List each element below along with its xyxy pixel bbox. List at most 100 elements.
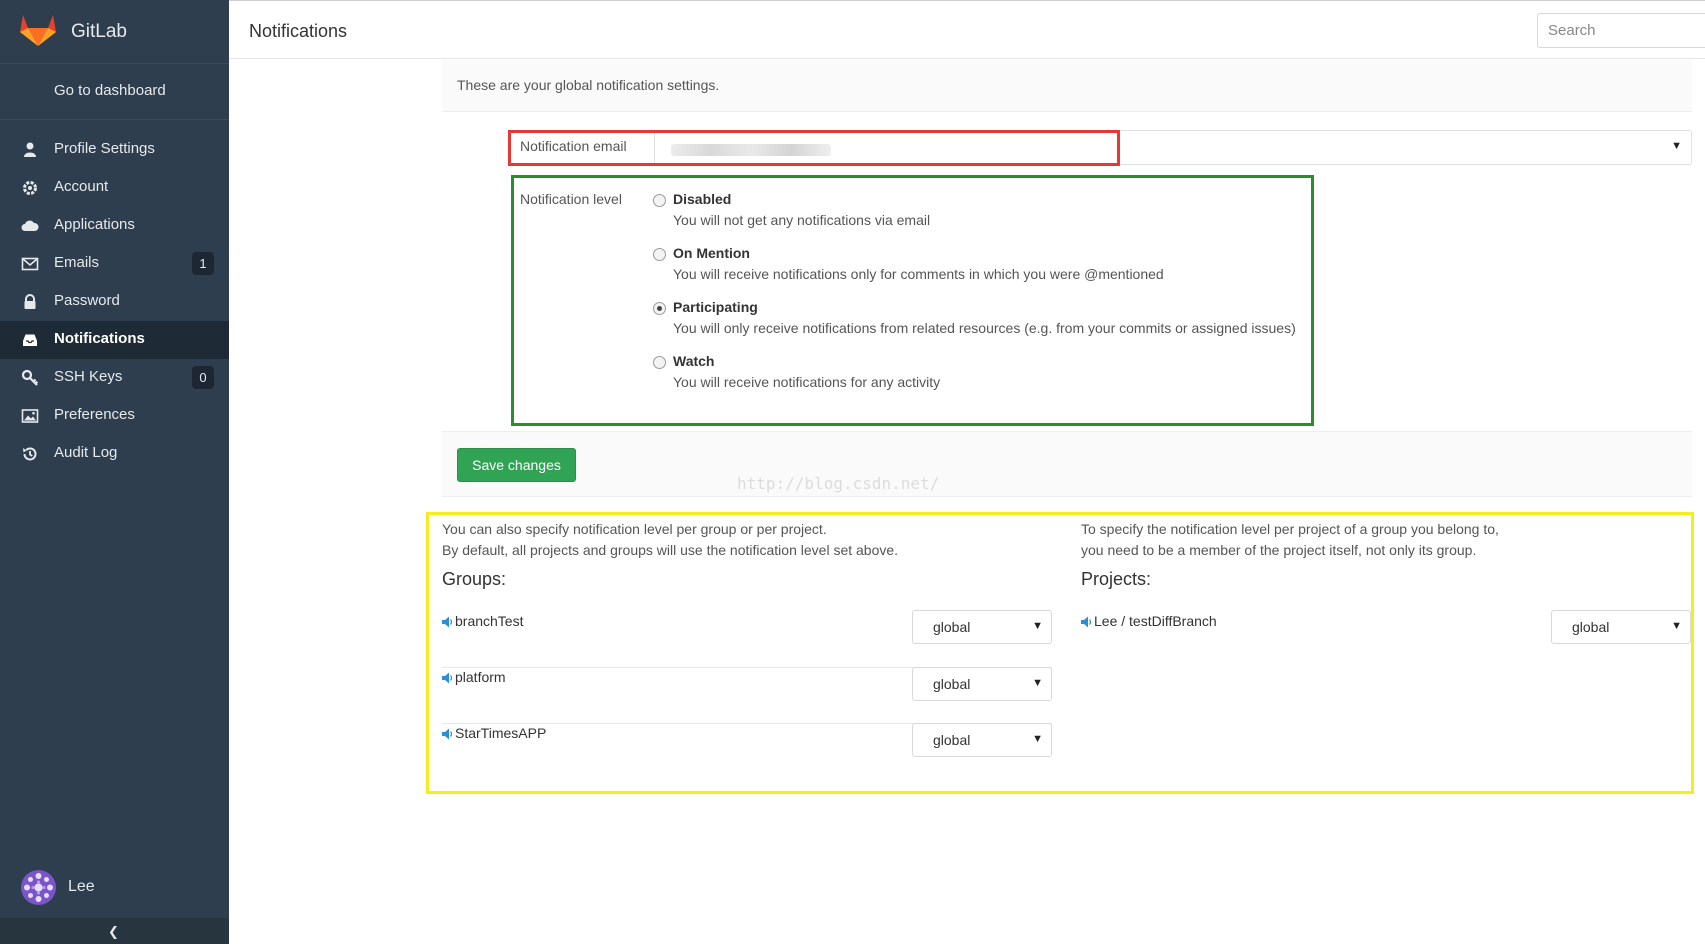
volume-icon [442,672,453,684]
projects-intro-line: you need to be a member of the project i… [1081,542,1477,558]
sidebar-item-label: Preferences [54,406,135,423]
option-description: You will receive notifications only for … [673,266,1164,282]
radio-button[interactable] [653,194,666,207]
groups-intro: You can also specify notification level … [442,519,898,561]
option-description: You will receive notifications for any a… [673,374,941,390]
radio-option-participating[interactable]: Participating You will only receive noti… [653,299,1313,345]
envelope-icon [21,257,39,271]
brand[interactable]: GitLab [0,0,229,63]
inbox-icon [23,334,37,346]
volume-icon [442,616,453,628]
notification-level-group: Notification level Disabled You will not… [511,175,1314,426]
projects-intro: To specify the notification level per pr… [1081,519,1499,561]
page-title: Notifications [249,21,348,41]
caret-down-icon: ▼ [1032,677,1043,689]
sidebar-item-emails[interactable]: Emails 1 [0,245,229,283]
projects-intro-line: To specify the notification level per pr… [1081,521,1499,537]
sidebar-item-label: Password [54,292,120,309]
sidebar-item-label: Applications [54,216,135,233]
sidebar-item-profile-settings[interactable]: Profile Settings [0,131,229,169]
option-title: Disabled [673,191,732,207]
sidebar-item-label: Account [54,178,109,195]
sidebar-item-password[interactable]: Password [0,283,229,321]
global-settings-info: These are your global notification setti… [442,60,1692,112]
sidebar-item-applications[interactable]: Applications [0,207,229,245]
search-input[interactable] [1537,13,1705,48]
info-text: These are your global notification setti… [457,77,720,93]
user-name: Lee [68,878,95,895]
select-value: global [933,619,971,635]
sidebar-item-label: Notifications [54,330,145,347]
caret-down-icon: ▼ [1671,140,1682,152]
group-name[interactable]: StarTimesAPP [455,725,546,741]
user-icon [24,142,36,157]
sidebar-item-label: SSH Keys [54,368,123,385]
image-icon [21,409,39,423]
group-project-levels-frame: You can also specify notification level … [426,512,1694,794]
select-value: global [1572,619,1610,635]
radio-button-checked[interactable] [653,302,666,315]
radio-option-watch[interactable]: Watch You will receive notifications for… [653,353,1313,399]
collapse-sidebar-button[interactable]: ❮ [0,918,229,944]
sidebar-item-label: Profile Settings [54,140,155,157]
groups-heading: Groups: [442,569,507,589]
notification-email-label: Notification email [520,138,627,154]
option-description: You will only receive notifications from… [673,320,1296,336]
lock-icon [24,294,36,309]
save-changes-button[interactable]: Save changes [457,448,576,482]
notification-level-label: Notification level [520,191,622,207]
watermark: http://blog.csdn.net/ [737,474,940,493]
key-icon [21,369,39,386]
caret-down-icon: ▼ [1671,620,1682,632]
groups-intro-line: By default, all projects and groups will… [442,542,899,558]
project-level-select[interactable]: global ▼ [1551,610,1691,644]
radio-option-on-mention[interactable]: On Mention You will receive notification… [653,245,1313,291]
cloud-icon [21,220,39,231]
blurred-email-value [671,144,831,156]
volume-icon [442,728,453,740]
caret-down-icon: ▼ [1032,620,1043,632]
sidebar-item-ssh-keys[interactable]: SSH Keys 0 [0,359,229,397]
option-title: Participating [673,299,758,315]
chevron-left-icon: ❮ [108,924,119,939]
radio-option-disabled[interactable]: Disabled You will not get any notificati… [653,191,1313,237]
group-row: branchTest global ▼ [442,610,1052,668]
select-value: global [933,676,971,692]
groups-intro-line: You can also specify notification level … [442,521,827,537]
brand-name: GitLab [71,21,127,42]
group-level-select[interactable]: global ▼ [912,667,1052,701]
sidebar-divider [0,63,229,64]
group-level-select[interactable]: global ▼ [912,610,1052,644]
avatar[interactable] [21,870,56,905]
sidebar-divider [0,119,229,120]
group-name[interactable]: branchTest [455,613,523,629]
sidebar: GitLab Go to dashboard Profile Settings … [0,0,229,944]
sidebar-item-audit-log[interactable]: Audit Log [0,435,229,473]
form-actions: Save changes http://blog.csdn.net/ [442,431,1692,497]
option-title: On Mention [673,245,750,261]
gitlab-logo-icon [20,15,56,46]
group-level-select[interactable]: global ▼ [912,723,1052,757]
top-header: Notifications [229,0,1705,59]
project-row: Lee / testDiffBranch global ▼ [1081,610,1691,668]
project-name[interactable]: Lee / testDiffBranch [1094,613,1217,629]
gear-icon [23,181,37,195]
notification-email-select[interactable]: ▼ [654,130,1692,165]
ssh-keys-count-badge: 0 [192,366,214,389]
sidebar-item-preferences[interactable]: Preferences [0,397,229,435]
group-row: StarTimesAPP global ▼ [442,723,1052,780]
select-value: global [933,732,971,748]
projects-heading: Projects: [1081,569,1152,589]
option-title: Watch [673,353,715,369]
sidebar-item-label: Audit Log [54,444,118,461]
go-to-dashboard-link[interactable]: Go to dashboard [54,82,166,99]
caret-down-icon: ▼ [1032,733,1043,745]
radio-button[interactable] [653,356,666,369]
group-name[interactable]: platform [455,669,506,685]
group-row: platform global ▼ [442,667,1052,724]
emails-count-badge: 1 [192,252,214,275]
sidebar-item-notifications[interactable]: Notifications [0,321,229,359]
radio-button[interactable] [653,248,666,261]
notification-email-row: Notification email ▼ [508,130,1692,165]
sidebar-item-account[interactable]: Account [0,169,229,207]
